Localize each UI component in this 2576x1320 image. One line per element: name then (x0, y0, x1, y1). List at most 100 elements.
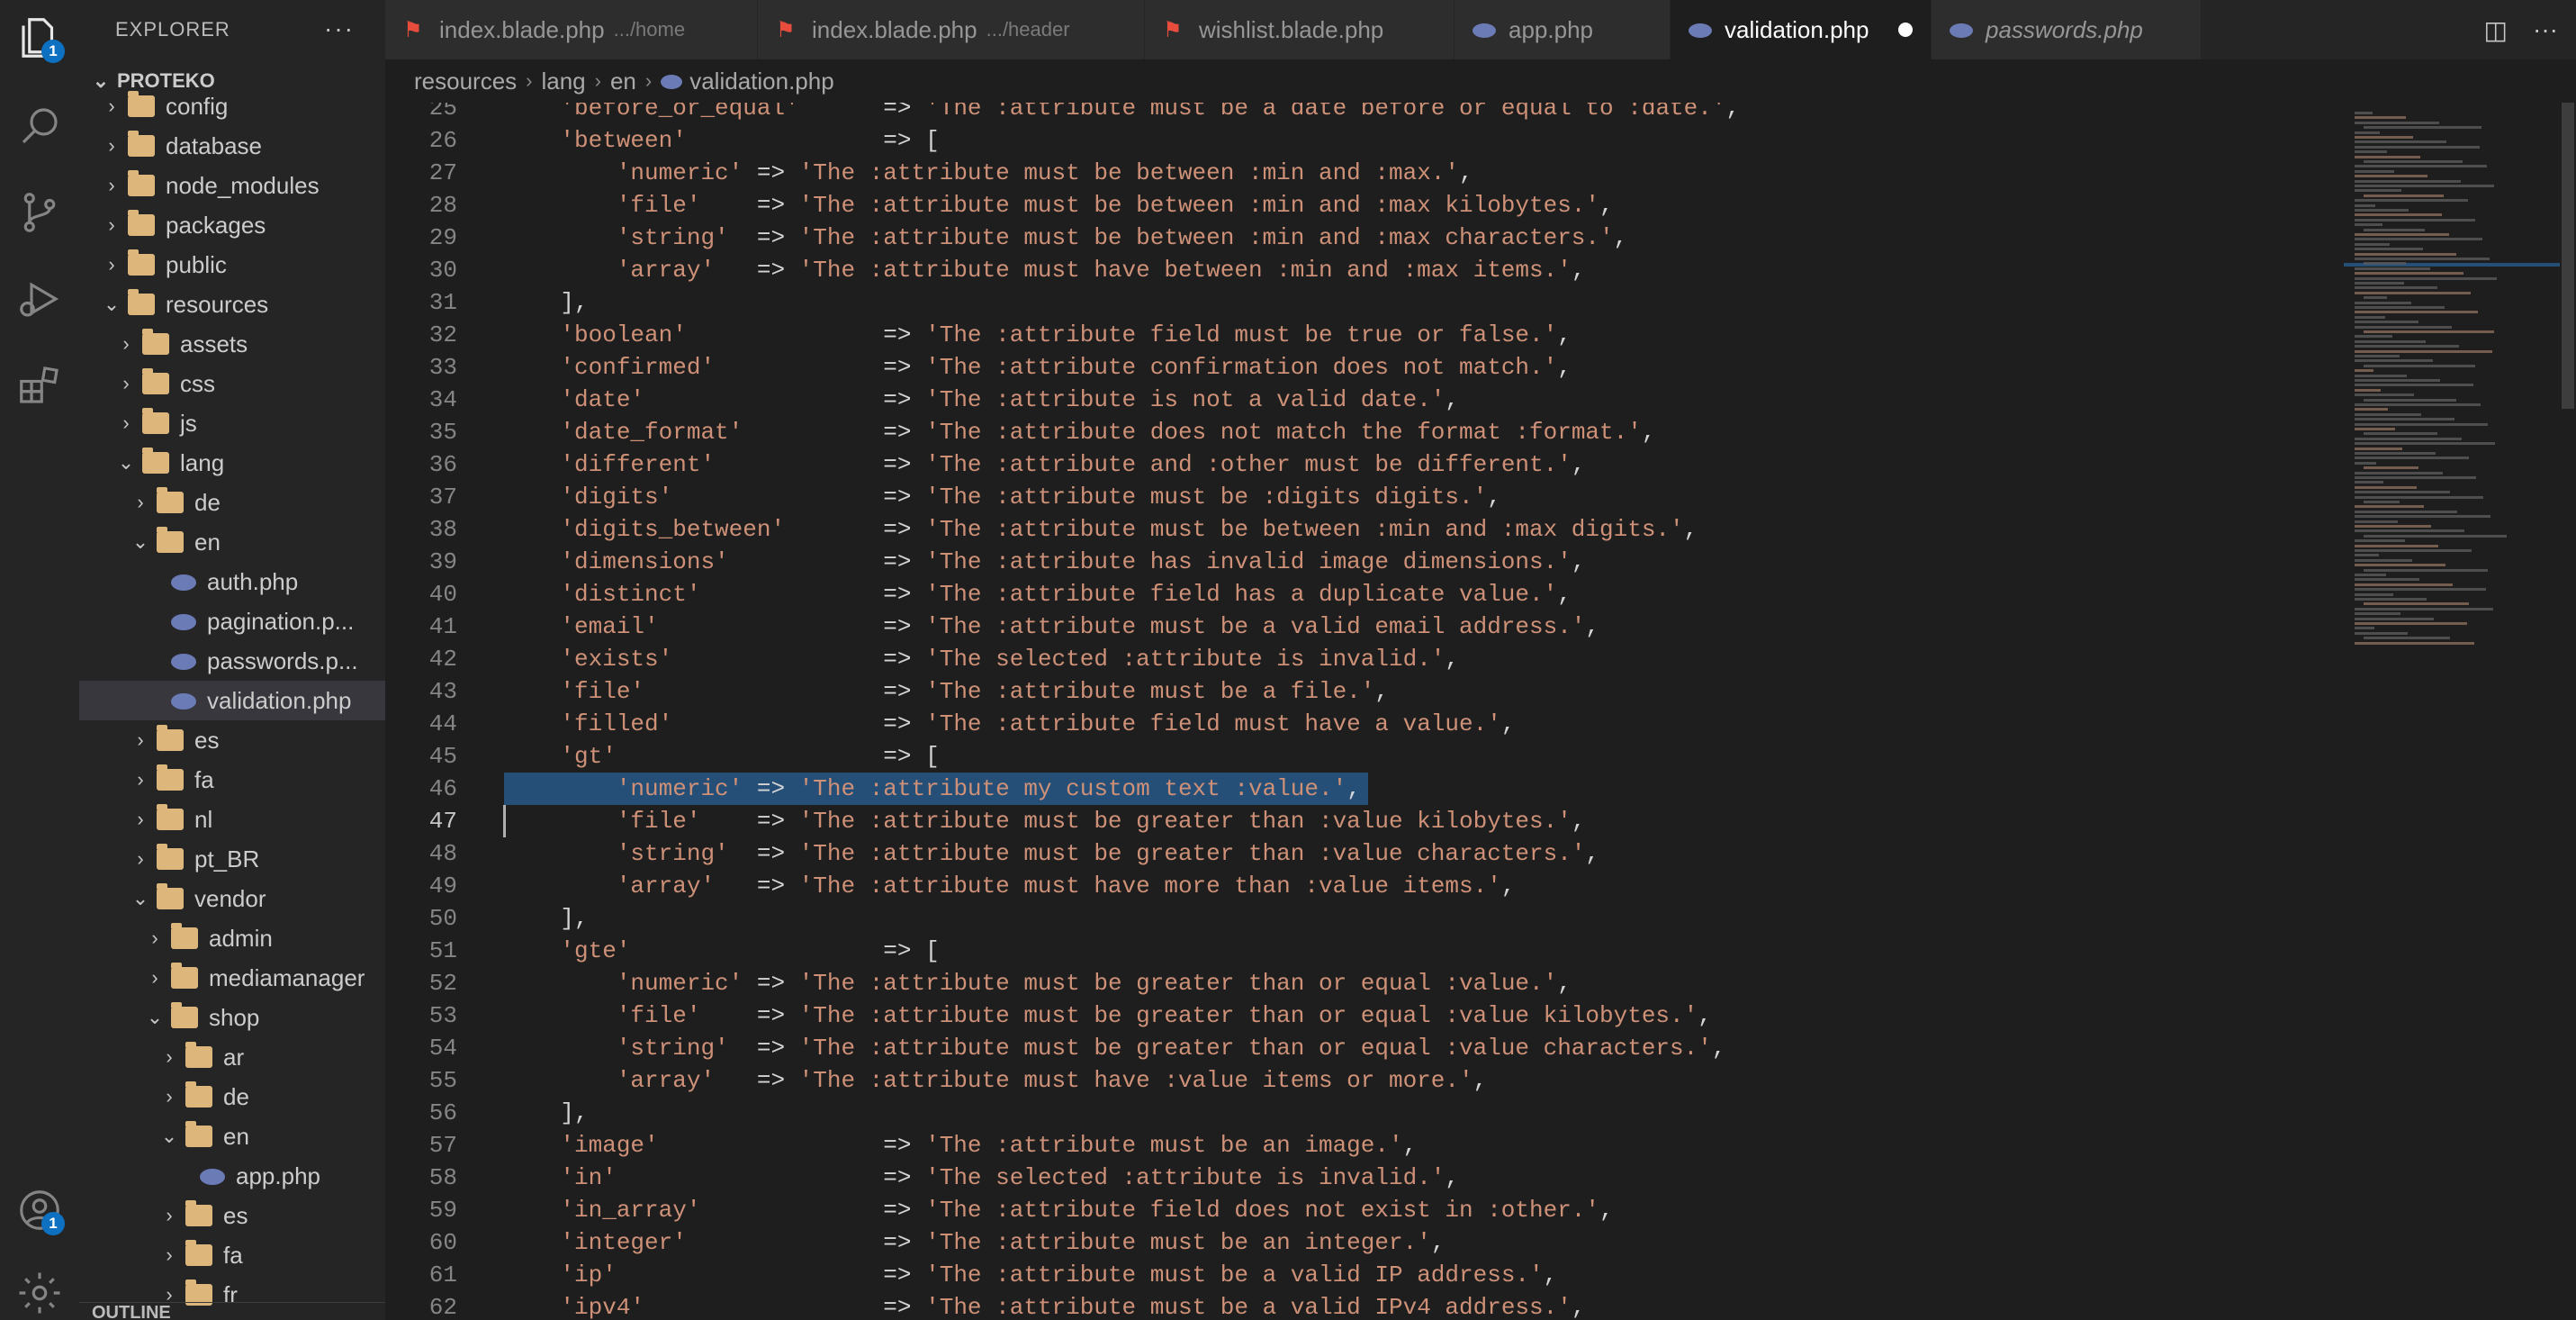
line-number: 29 (428, 224, 457, 251)
code-line[interactable]: 27 'numeric' => 'The :attribute must be … (385, 157, 2338, 189)
code-line[interactable]: 42 'exists' => 'The selected :attribute … (385, 643, 2338, 675)
code-line[interactable]: 25 'before_or_equal' => 'The :attribute … (385, 103, 2338, 124)
tree-file[interactable]: validation.php (79, 681, 385, 720)
code-line[interactable]: 45 'gt' => [ (385, 740, 2338, 773)
minimap[interactable] (2344, 103, 2560, 1320)
tab-0[interactable]: ⚑ index.blade.php .../home (385, 0, 758, 59)
tab-1[interactable]: ⚑ index.blade.php .../header (758, 0, 1145, 59)
code-line[interactable]: 33 'confirmed' => 'The :attribute confir… (385, 351, 2338, 384)
tree-folder[interactable]: › packages (79, 205, 385, 245)
code-line[interactable]: 53 'file' => 'The :attribute must be gre… (385, 999, 2338, 1032)
tree-file[interactable]: pagination.p... (79, 601, 385, 641)
code-line[interactable]: 54 'string' => 'The :attribute must be g… (385, 1032, 2338, 1064)
tree-folder[interactable]: ⌄ en (79, 1117, 385, 1156)
tree-folder[interactable]: › ar (79, 1037, 385, 1077)
code-line[interactable]: 38 'digits_between' => 'The :attribute m… (385, 513, 2338, 546)
code-line[interactable]: 49 'array' => 'The :attribute must have … (385, 870, 2338, 902)
tree-folder[interactable]: › node_modules (79, 166, 385, 205)
code-line[interactable]: 31 ], (385, 286, 2338, 319)
code-line[interactable]: 43 'file' => 'The :attribute must be a f… (385, 675, 2338, 708)
tree-folder[interactable]: › js (79, 403, 385, 443)
minimap-line (2355, 248, 2423, 251)
tree-file[interactable]: app.php (79, 1156, 385, 1196)
code-line[interactable]: 48 'string' => 'The :attribute must be g… (385, 837, 2338, 870)
code-line[interactable]: 58 'in' => 'The selected :attribute is i… (385, 1162, 2338, 1194)
tree-folder[interactable]: ⌄ en (79, 522, 385, 562)
tree-folder[interactable]: ⌄ resources (79, 285, 385, 324)
tab-description: .../header (986, 18, 1070, 41)
code-line[interactable]: 61 'ip' => 'The :attribute must be a val… (385, 1259, 2338, 1291)
tree-folder[interactable]: › es (79, 720, 385, 760)
tree-file[interactable]: auth.php (79, 562, 385, 601)
tab-5[interactable]: passwords.php (1932, 0, 2202, 59)
code-line[interactable]: 41 'email' => 'The :attribute must be a … (385, 610, 2338, 643)
unsaved-dot-icon[interactable] (1898, 23, 1913, 37)
tree-folder[interactable]: ⌄ vendor (79, 879, 385, 918)
tree-folder[interactable]: › de (79, 1077, 385, 1117)
code-line[interactable]: 59 'in_array' => 'The :attribute field d… (385, 1194, 2338, 1226)
code-line[interactable]: 56 ], (385, 1097, 2338, 1129)
code-line[interactable]: 26 'between' => [ (385, 124, 2338, 157)
vertical-scrollbar[interactable] (2560, 103, 2576, 1320)
tree-folder[interactable]: › de (79, 483, 385, 522)
code-line[interactable]: 57 'image' => 'The :attribute must be an… (385, 1129, 2338, 1162)
explorer-icon[interactable]: 1 (13, 11, 67, 65)
tree-folder[interactable]: › admin (79, 918, 385, 958)
code-line[interactable]: 28 'file' => 'The :attribute must be bet… (385, 189, 2338, 222)
code-line[interactable]: 62 'ipv4' => 'The :attribute must be a v… (385, 1291, 2338, 1320)
tree-file[interactable]: passwords.p... (79, 641, 385, 681)
code-line[interactable]: 34 'date' => 'The :attribute is not a va… (385, 384, 2338, 416)
code-line[interactable]: 29 'string' => 'The :attribute must be b… (385, 222, 2338, 254)
tree-folder[interactable]: › assets (79, 324, 385, 364)
tree-folder[interactable]: › es (79, 1196, 385, 1235)
tree-folder[interactable]: › public (79, 245, 385, 285)
code-line[interactable]: 55 'array' => 'The :attribute must have … (385, 1064, 2338, 1097)
code-line[interactable]: 46 'numeric' => 'The :attribute my custo… (385, 773, 2338, 805)
code-editor[interactable]: 25 'before_or_equal' => 'The :attribute … (385, 103, 2576, 1320)
tree-folder[interactable]: › mediamanager (79, 958, 385, 998)
tree-folder[interactable]: › pt_BR (79, 839, 385, 879)
tree-folder[interactable]: › fa (79, 760, 385, 800)
minimap-line (2355, 145, 2480, 149)
explorer-more-button[interactable]: ··· (324, 14, 355, 43)
code-line[interactable]: 39 'dimensions' => 'The :attribute has i… (385, 546, 2338, 578)
tree-folder[interactable]: ⌄ lang (79, 443, 385, 483)
code-line[interactable]: 44 'filled' => 'The :attribute field mus… (385, 708, 2338, 740)
code-line[interactable]: 47 'file' => 'The :attribute must be gre… (385, 805, 2338, 837)
code-line[interactable]: 35 'date_format' => 'The :attribute does… (385, 416, 2338, 448)
tree-folder[interactable]: › nl (79, 800, 385, 839)
tree-folder[interactable]: › css (79, 364, 385, 403)
settings-gear-icon[interactable] (13, 1266, 67, 1320)
code-line[interactable]: 51 'gte' => [ (385, 935, 2338, 967)
code-line[interactable]: 40 'distinct' => 'The :attribute field h… (385, 578, 2338, 610)
more-actions-icon[interactable]: ··· (2533, 15, 2558, 44)
code-line[interactable]: 36 'different' => 'The :attribute and :o… (385, 448, 2338, 481)
code-line[interactable]: 60 'integer' => 'The :attribute must be … (385, 1226, 2338, 1259)
split-editor-icon[interactable]: ◫ (2484, 15, 2508, 45)
tree-folder[interactable]: ⌄ shop (79, 998, 385, 1037)
search-icon[interactable] (13, 99, 67, 153)
breadcrumb-item[interactable]: validation.php (689, 68, 833, 95)
breadcrumb-item[interactable]: en (610, 68, 636, 95)
tree-folder[interactable]: › config (79, 86, 385, 126)
code-line[interactable]: 30 'array' => 'The :attribute must have … (385, 254, 2338, 286)
code-line[interactable]: 50 ], (385, 902, 2338, 935)
breadcrumb-item[interactable]: resources (414, 68, 517, 95)
scrollbar-thumb[interactable] (2562, 103, 2574, 409)
tab-4[interactable]: validation.php (1671, 0, 1932, 59)
minimap-line (2355, 564, 2445, 567)
tab-2[interactable]: ⚑ wishlist.blade.php (1145, 0, 1455, 59)
source-control-icon[interactable] (13, 185, 67, 240)
accounts-icon[interactable]: 1 (13, 1183, 67, 1237)
code-text: 'distinct' => 'The :attribute field has … (560, 581, 1572, 608)
code-line[interactable]: 37 'digits' => 'The :attribute must be :… (385, 481, 2338, 513)
outline-section[interactable]: OUTLINE (79, 1302, 385, 1320)
code-line[interactable]: 32 'boolean' => 'The :attribute field mu… (385, 319, 2338, 351)
breadcrumb-item[interactable]: lang (541, 68, 585, 95)
tree-folder[interactable]: › fa (79, 1235, 385, 1275)
tab-3[interactable]: app.php (1455, 0, 1671, 59)
extensions-icon[interactable] (13, 358, 67, 412)
run-debug-icon[interactable] (13, 272, 67, 326)
tree-folder[interactable]: › database (79, 126, 385, 166)
code-line[interactable]: 52 'numeric' => 'The :attribute must be … (385, 967, 2338, 999)
